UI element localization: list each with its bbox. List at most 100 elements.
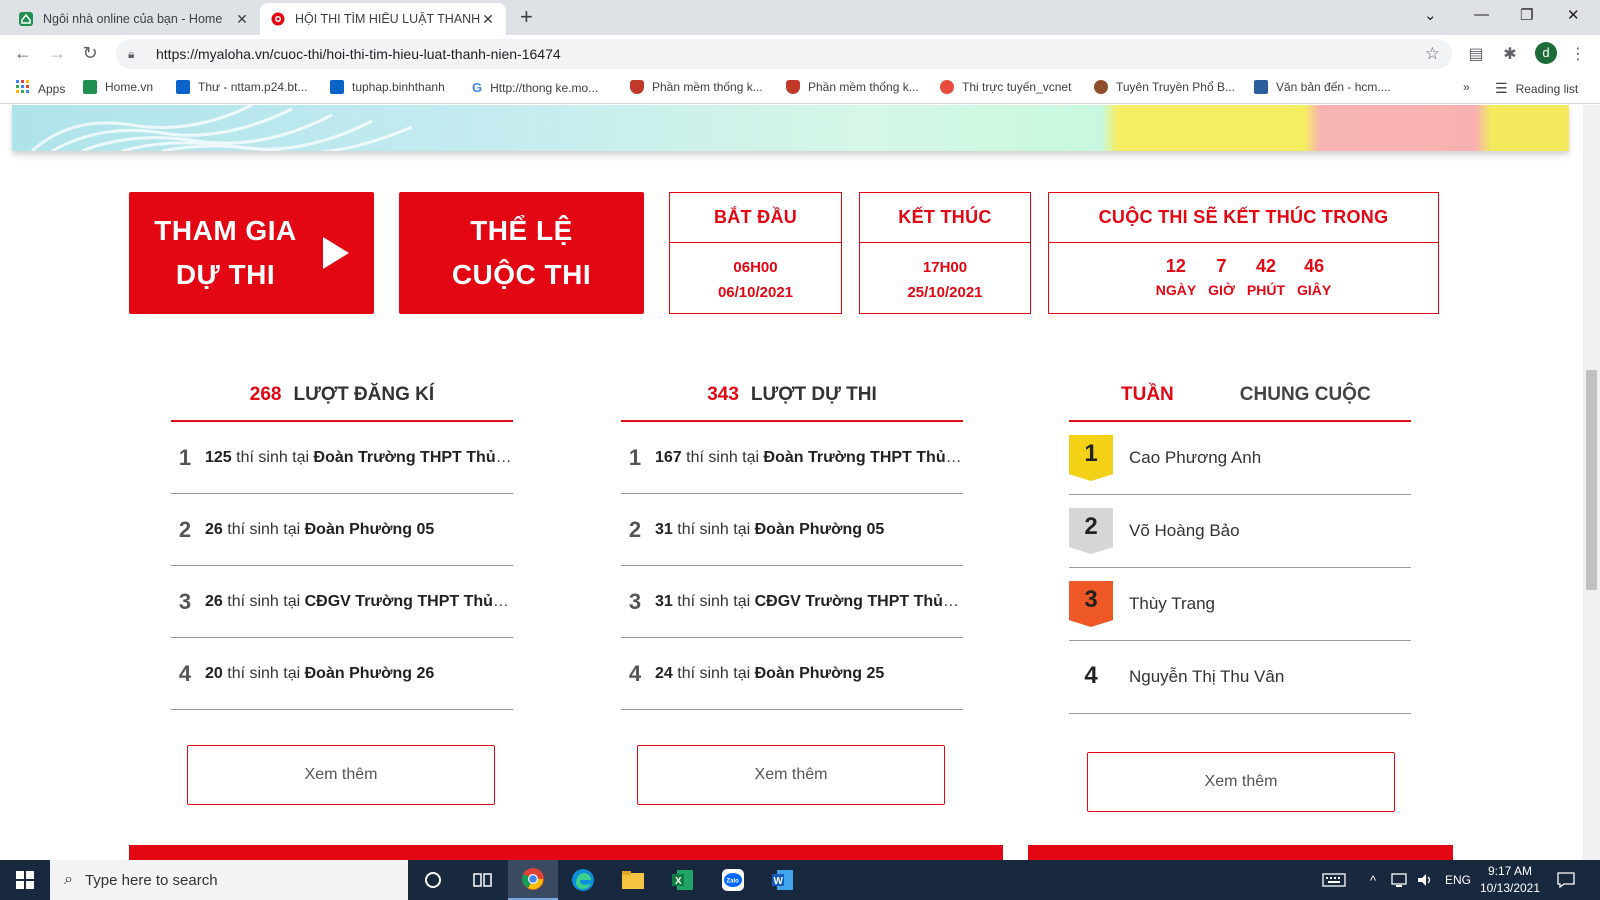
cortana-icon[interactable] <box>408 860 458 900</box>
network-icon[interactable] <box>1390 860 1408 900</box>
bookmark-apps[interactable]: Apps <box>16 80 65 97</box>
countdown-value: 7 <box>1216 256 1227 276</box>
swirl-icon <box>940 80 954 94</box>
list-item[interactable]: 2 31 thí sinh tại Đoàn Phường 05 <box>621 494 963 566</box>
join-line2: DỰ THI <box>175 259 276 290</box>
list-item[interactable]: 1 167 thí sinh tại Đoàn Trường THPT Thủ … <box>621 422 963 494</box>
entry-connector: thí sinh tại <box>672 592 755 610</box>
list-item[interactable]: 4 24 thí sinh tại Đoàn Phường 25 <box>621 638 963 710</box>
list-item[interactable]: 2 26 thí sinh tại Đoàn Phường 05 <box>171 494 513 566</box>
bookmark-homevn[interactable]: Home.vn <box>83 80 153 94</box>
svg-text:W: W <box>774 876 784 887</box>
bookmark-thongke[interactable]: G Http://thong ke.mo... <box>472 80 598 95</box>
entry-count: 31 <box>655 592 673 610</box>
list-item[interactable]: 3 26 thí sinh tại CĐGV Trường THPT Thủ T… <box>171 566 513 638</box>
google-icon: G <box>472 80 483 95</box>
rank-number: 4 <box>178 660 192 686</box>
tab-contest[interactable]: HỘI THI TÌM HIỂU LUẬT THANH ✕ <box>260 3 506 35</box>
edge-icon[interactable] <box>558 860 608 900</box>
bookmark-phanmem-2[interactable]: Phần mềm thống k... <box>786 80 919 94</box>
gold-rank-badge: 1 <box>1069 435 1113 481</box>
countdown-unit: GIỜ <box>1208 282 1235 298</box>
player-name: Nguyễn Thị Thu Vân <box>1129 667 1285 686</box>
bookmark-star-icon[interactable]: ☆ <box>1425 44 1440 64</box>
tab-overall[interactable]: CHUNG CUỘC <box>1240 384 1371 406</box>
player-name: Cao Phương Anh <box>1129 448 1262 467</box>
address-bar[interactable]: 🔒︎ https://myaloha.vn/cuoc-thi/hoi-thi-t… <box>116 39 1452 69</box>
submissions-more-button[interactable]: Xem thêm <box>637 745 945 805</box>
list-item[interactable]: 4 20 thí sinh tại Đoàn Phường 26 <box>171 638 513 710</box>
list-item[interactable]: 4 Nguyễn Thị Thu Vân <box>1069 641 1411 714</box>
windows-start-icon[interactable] <box>0 860 50 900</box>
tray-keyboard-icon[interactable] <box>1322 860 1346 900</box>
entry-count: 26 <box>205 520 223 538</box>
bookmark-label: Thi trực tuyến_vcnet <box>962 80 1072 94</box>
bookmark-thitructuyen[interactable]: Thi trực tuyến_vcnet <box>940 80 1071 94</box>
back-icon[interactable]: ← <box>12 43 34 64</box>
excel-icon[interactable]: X <box>658 860 708 900</box>
player-name: Thùy Trang <box>1129 594 1215 613</box>
list-item[interactable]: 1 125 thí sinh tại Đoàn Trường THPT Thủ … <box>171 422 513 494</box>
bookmarks-overflow-icon[interactable]: » <box>1463 80 1470 94</box>
player-name: Võ Hoàng Bảo <box>1129 521 1240 540</box>
taskbar-clock[interactable]: 9:17 AM 10/13/2021 <box>1470 863 1550 897</box>
bronze-rank-badge: 3 <box>1069 581 1113 627</box>
rank-number: 2 <box>178 516 192 542</box>
restore-icon[interactable]: ❐ <box>1520 6 1533 24</box>
tab-week[interactable]: TUẦN <box>1121 384 1174 406</box>
volume-icon[interactable] <box>1416 860 1434 900</box>
language-indicator[interactable]: ENG <box>1445 860 1471 900</box>
submissions-count: 343 <box>707 384 739 405</box>
reload-icon[interactable]: ↻ <box>79 43 101 64</box>
new-tab-icon[interactable]: + <box>520 5 533 29</box>
bookmark-label: Http://thong ke.mo... <box>490 80 599 95</box>
extensions-puzzle-icon[interactable]: ✱ <box>1500 44 1520 64</box>
word-icon[interactable]: W <box>758 860 808 900</box>
notification-icon[interactable] <box>1556 860 1576 900</box>
rules-button[interactable]: THỂ LỆ CUỘC THI <box>399 192 644 314</box>
close-tab-icon[interactable]: ✕ <box>480 11 496 28</box>
registrations-column: 268 LƯỢT ĐĂNG KÍ 1 125 thí sinh tại Đoàn… <box>171 370 513 710</box>
countdown-days: 12 NGÀY <box>1156 253 1196 301</box>
tray-chevron-up-icon[interactable]: ^ <box>1370 860 1376 900</box>
file-explorer-icon[interactable] <box>608 860 658 900</box>
entry-connector: thí sinh tại <box>222 664 305 682</box>
list-item[interactable]: 3 31 thí sinh tại CĐGV Trường THPT Thủ T… <box>621 566 963 638</box>
tab-search-chevron-icon[interactable]: ⌄ <box>1424 6 1437 24</box>
minimize-icon[interactable]: — <box>1474 6 1489 23</box>
extension-calendar-icon[interactable]: ▤ <box>1466 44 1486 64</box>
profile-avatar[interactable]: d <box>1535 42 1557 64</box>
close-tab-icon[interactable]: ✕ <box>234 11 250 28</box>
task-view-icon[interactable] <box>458 860 508 900</box>
close-window-icon[interactable]: ✕ <box>1567 6 1580 24</box>
leaderboard-more-button[interactable]: Xem thêm <box>1087 752 1395 812</box>
outlook-icon <box>176 80 190 94</box>
scrollbar-thumb[interactable] <box>1586 370 1597 590</box>
bookmark-tuyentruyen[interactable]: Tuyên Truyền Phổ B... <box>1094 80 1235 94</box>
bookmark-tuphap[interactable]: tuphap.binhthanh <box>330 80 445 94</box>
join-contest-button[interactable]: THAM GIA DỰ THI <box>129 192 374 314</box>
countdown-value: 46 <box>1304 256 1325 276</box>
bookmark-phanmem-1[interactable]: Phần mềm thống k... <box>630 80 763 94</box>
reading-list-button[interactable]: ☰ Reading list <box>1495 80 1578 97</box>
entry-org: Đoàn Phường 26 <box>304 664 435 682</box>
page-scrollbar[interactable] <box>1583 105 1600 860</box>
registrations-more-button[interactable]: Xem thêm <box>187 745 495 805</box>
browser-tab-strip: Ngôi nhà online của bạn - Home ✕ HỘI THI… <box>0 0 1600 35</box>
list-item[interactable]: 3 Thùy Trang <box>1069 568 1411 641</box>
home-icon <box>83 80 97 94</box>
bookmark-vanban[interactable]: Văn bản đến - hcm.... <box>1254 80 1391 94</box>
bookmark-label: Phần mềm thống k... <box>652 80 763 94</box>
forward-icon[interactable]: → <box>46 43 68 64</box>
bookmark-label: Home.vn <box>105 80 154 94</box>
lock-icon: 🔒︎ <box>128 46 135 61</box>
list-item[interactable]: 1 Cao Phương Anh <box>1069 422 1411 495</box>
bookmark-mail[interactable]: Thư - nttam.p24.bt... <box>176 80 307 94</box>
menu-kebab-icon[interactable]: ⋮ <box>1568 44 1588 64</box>
taskbar-search-input[interactable]: ⌕ Type here to search <box>50 860 408 900</box>
bookmark-label: Tuyên Truyền Phổ B... <box>1116 80 1235 94</box>
list-item[interactable]: 2 Võ Hoàng Bảo <box>1069 495 1411 568</box>
zalo-icon[interactable]: Zalo <box>708 860 758 900</box>
chrome-icon[interactable] <box>508 860 558 900</box>
tab-home[interactable]: Ngôi nhà online của bạn - Home ✕ <box>8 3 260 35</box>
